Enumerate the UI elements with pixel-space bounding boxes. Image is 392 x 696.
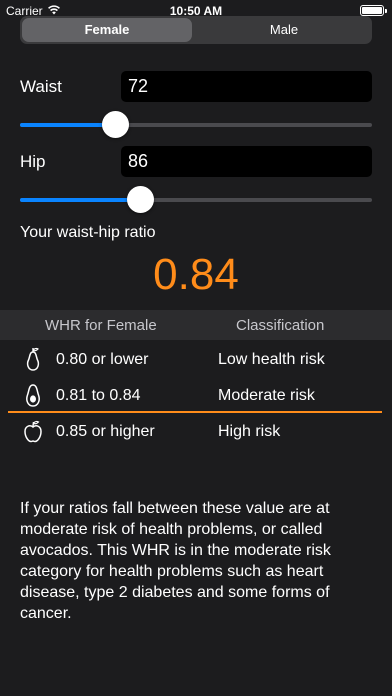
waist-slider[interactable] xyxy=(20,110,372,140)
segment-female[interactable]: Female xyxy=(22,18,192,42)
waist-label: Waist xyxy=(20,77,62,96)
table-row: 0.80 or lower Low health risk xyxy=(0,342,392,378)
row-range: 0.85 or higher xyxy=(56,423,155,440)
pear-icon xyxy=(26,347,40,371)
highlight-line xyxy=(8,411,382,413)
battery-icon xyxy=(360,5,387,16)
waist-input[interactable]: 72 xyxy=(121,71,372,102)
hip-slider-thumb[interactable] xyxy=(127,186,154,213)
row-classification: Moderate risk xyxy=(218,387,315,404)
waist-slider-thumb[interactable] xyxy=(102,111,129,138)
row-classification: High risk xyxy=(218,423,281,440)
description-text: If your ratios fall between these value … xyxy=(20,500,331,622)
segment-male[interactable]: Male xyxy=(196,16,372,44)
header-classification: Classification xyxy=(236,317,325,334)
hip-input[interactable]: 86 xyxy=(121,146,372,177)
hip-slider[interactable] xyxy=(20,185,372,215)
table-row: 0.85 or higher High risk xyxy=(0,414,392,450)
header-whr: WHR for Female xyxy=(45,317,157,334)
table-row: 0.81 to 0.84 Moderate risk xyxy=(0,378,392,414)
gender-segmented-control: Female Male xyxy=(20,16,372,44)
avocado-icon xyxy=(26,384,40,407)
row-classification: Low health risk xyxy=(218,351,325,368)
ratio-value: 0.84 xyxy=(153,250,239,299)
table-header: WHR for Female Classification xyxy=(0,310,392,340)
row-range: 0.80 or lower xyxy=(56,351,149,368)
row-range: 0.81 to 0.84 xyxy=(56,387,141,404)
hip-label: Hip xyxy=(20,152,46,171)
apple-icon xyxy=(24,420,42,443)
ratio-title: Your waist-hip ratio xyxy=(20,224,156,241)
